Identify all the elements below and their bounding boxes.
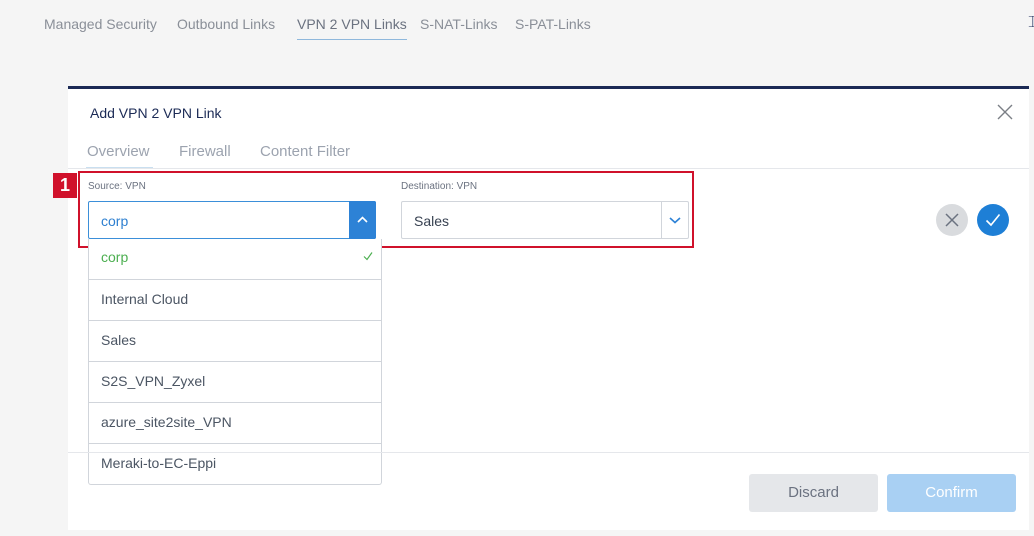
check-icon <box>985 213 1001 227</box>
option-label: azure_site2site_VPN <box>101 414 232 430</box>
destination-vpn-label: Destination: VPN <box>401 181 478 192</box>
edge-icon: ⌶ <box>1028 14 1034 31</box>
dialog-title: Add VPN 2 VPN Link <box>90 105 222 121</box>
option-label: corp <box>101 249 129 265</box>
destination-vpn-value: Sales <box>414 213 450 229</box>
close-icon[interactable] <box>996 103 1014 121</box>
tab-s-nat-links[interactable]: S-NAT-Links <box>420 16 498 32</box>
option-corp[interactable]: corp <box>89 239 381 280</box>
cancel-row-button[interactable] <box>936 204 968 236</box>
tab-managed-security[interactable]: Managed Security <box>44 16 157 32</box>
confirm-button[interactable]: Confirm <box>887 474 1016 512</box>
option-sales[interactable]: Sales <box>89 321 381 362</box>
destination-dropdown-toggle[interactable] <box>661 202 688 238</box>
option-label: Meraki-to-EC-Eppi <box>101 455 217 471</box>
check-icon <box>363 252 373 261</box>
confirm-row-button[interactable] <box>977 204 1009 236</box>
discard-button[interactable]: Discard <box>749 474 878 512</box>
x-icon <box>945 213 959 227</box>
source-vpn-options: corp Internal Cloud Sales S2S_VPN_Zyxel … <box>88 239 382 485</box>
source-dropdown-toggle[interactable] <box>349 201 376 239</box>
chevron-up-icon <box>357 216 368 223</box>
source-vpn-label: Source: VPN <box>88 181 146 192</box>
tab-outbound-links[interactable]: Outbound Links <box>177 16 275 32</box>
annotation-number-badge: 1 <box>53 173 77 198</box>
source-vpn-value: corp <box>101 213 129 229</box>
destination-vpn-select[interactable]: Sales <box>401 201 689 239</box>
tab-divider <box>68 168 1029 169</box>
source-vpn-select[interactable]: corp <box>88 201 376 239</box>
option-label: S2S_VPN_Zyxel <box>101 373 206 389</box>
option-internal-cloud[interactable]: Internal Cloud <box>89 280 381 321</box>
tab-vpn-2-vpn-links[interactable]: VPN 2 VPN Links <box>297 16 407 40</box>
option-azure-site2site-vpn[interactable]: azure_site2site_VPN <box>89 403 381 444</box>
option-label: Internal Cloud <box>101 291 189 307</box>
option-meraki-to-ec-eppi[interactable]: Meraki-to-EC-Eppi <box>89 444 381 484</box>
tab-content-filter[interactable]: Content Filter <box>260 143 350 160</box>
tab-s-pat-links[interactable]: S-PAT-Links <box>515 16 591 32</box>
tab-firewall[interactable]: Firewall <box>179 143 231 160</box>
top-tab-bar: Managed Security Outbound Links VPN 2 VP… <box>0 0 1034 50</box>
tab-overview[interactable]: Overview <box>86 143 153 169</box>
option-s2s-vpn-zyxel[interactable]: S2S_VPN_Zyxel <box>89 362 381 403</box>
add-vpn-link-dialog: Add VPN 2 VPN Link Overview Firewall Con… <box>53 86 1029 530</box>
footer-divider <box>68 452 1029 453</box>
chevron-down-icon <box>669 217 681 224</box>
option-label: Sales <box>101 332 137 348</box>
